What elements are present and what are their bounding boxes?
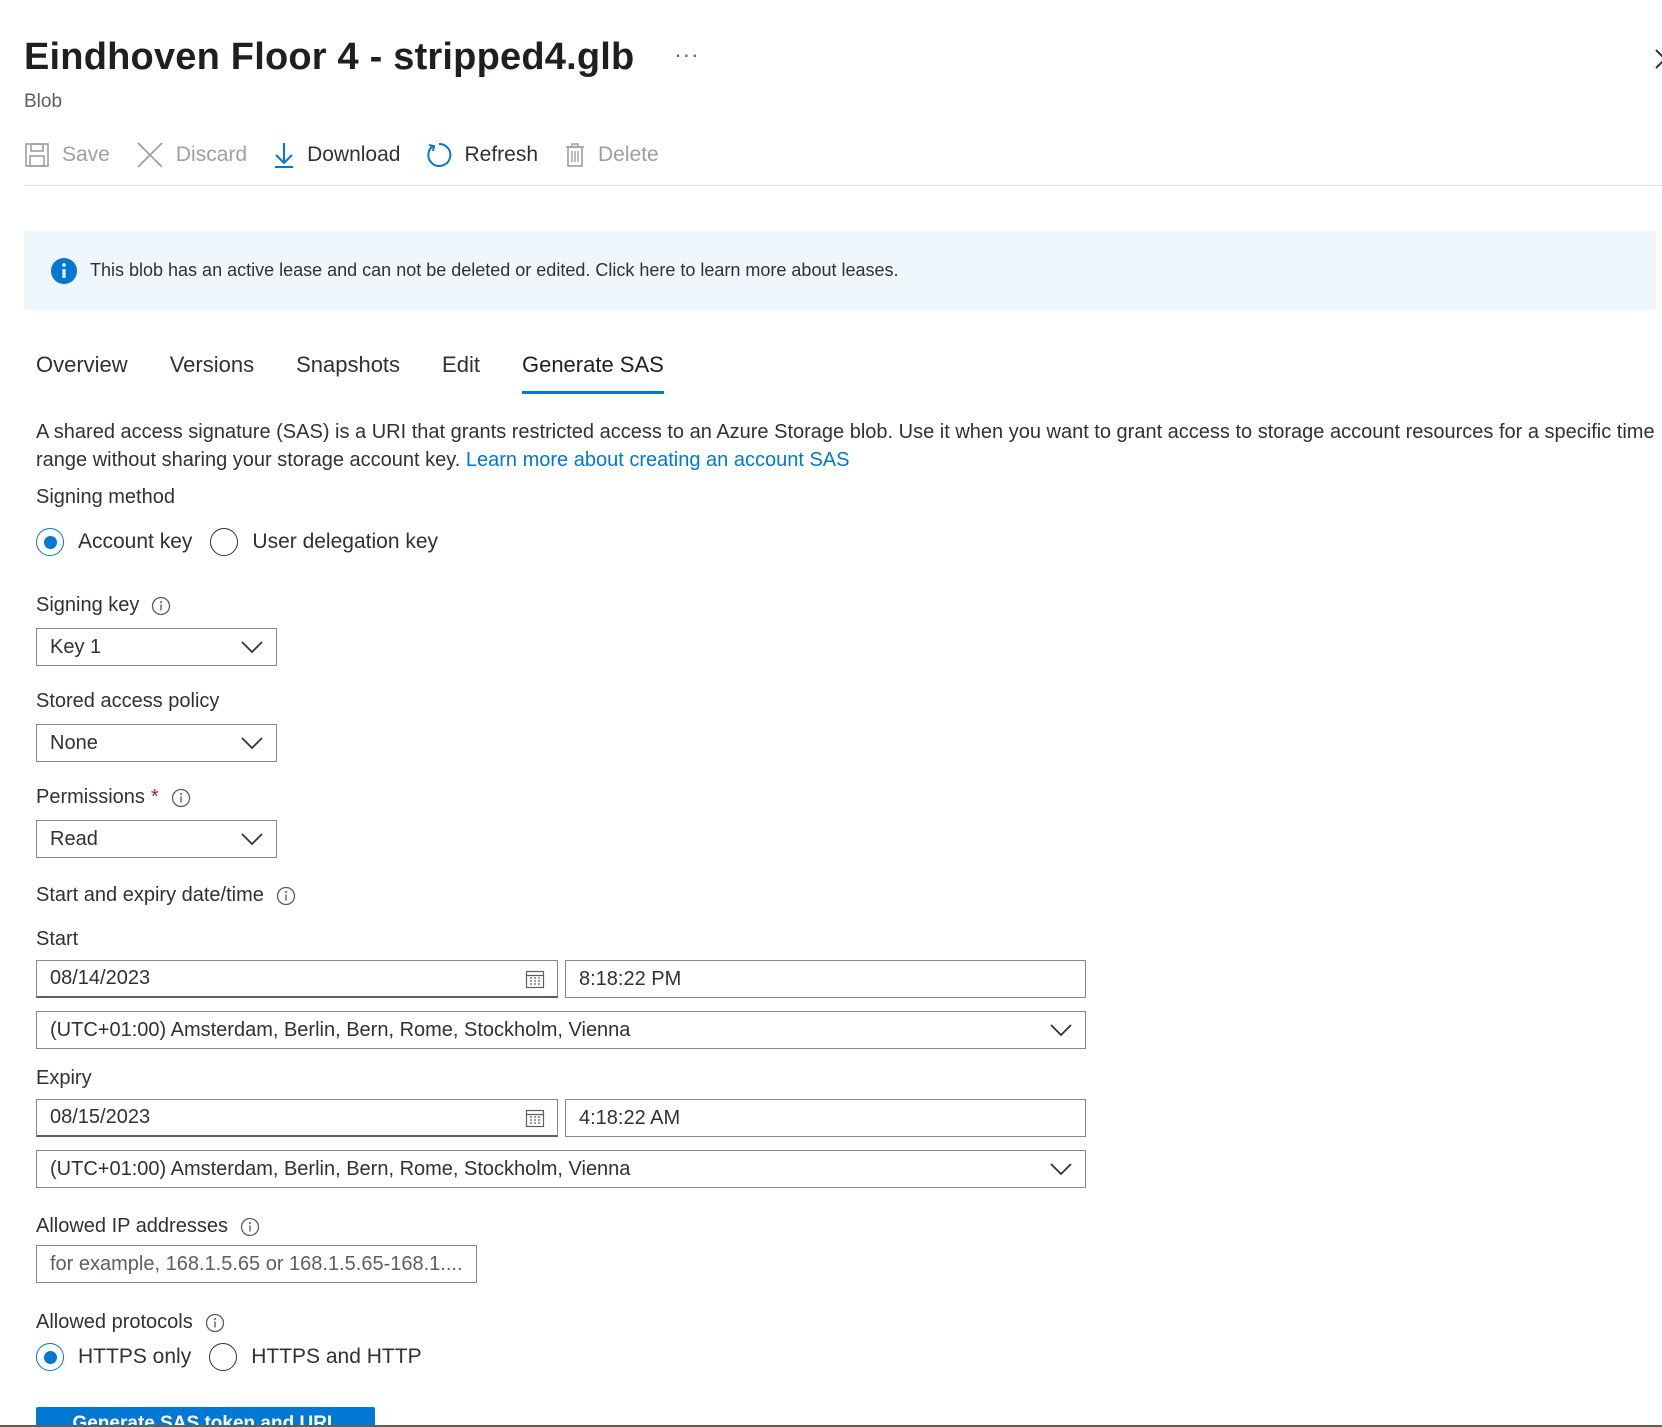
refresh-label: Refresh (464, 143, 538, 166)
start-date-picker[interactable]: 08/14/2023 (36, 960, 558, 998)
allowed-protocols-radio-group: HTTPS only HTTPS and HTTP (36, 1343, 440, 1371)
expiry-date-value: 08/15/2023 (50, 1106, 151, 1128)
https-only-radio[interactable] (36, 1343, 64, 1371)
datetime-label: Start and expiry date/time (36, 884, 296, 907)
permissions-label: Permissions * (36, 786, 191, 809)
allowed-ip-label: Allowed IP addresses (36, 1215, 260, 1238)
https-only-label[interactable]: HTTPS only (78, 1345, 191, 1369)
discard-icon (137, 142, 163, 168)
start-label-text: Start (36, 928, 79, 950)
expiry-time-value: 4:18:22 AM (579, 1106, 681, 1129)
generate-sas-button[interactable]: Generate SAS token and URL (36, 1407, 375, 1427)
command-bar: Save Discard Download Refresh Delete (24, 136, 1662, 186)
start-timezone-dropdown[interactable]: (UTC+01:00) Amsterdam, Berlin, Bern, Rom… (36, 1011, 1086, 1049)
tab-versions[interactable]: Versions (170, 352, 254, 394)
chevron-down-icon (1050, 1163, 1072, 1176)
https-and-http-label[interactable]: HTTPS and HTTP (251, 1345, 421, 1369)
delete-button[interactable]: Delete (564, 136, 659, 174)
permissions-dropdown[interactable]: Read (36, 820, 277, 858)
allowed-ip-input[interactable]: for example, 168.1.5.65 or 168.1.5.65-16… (36, 1245, 477, 1283)
calendar-icon[interactable] (525, 969, 545, 989)
tab-generate-sas[interactable]: Generate SAS (521, 352, 664, 394)
delete-icon (566, 143, 584, 167)
permissions-value: Read (50, 827, 98, 850)
start-timezone-value: (UTC+01:00) Amsterdam, Berlin, Bern, Rom… (50, 1018, 631, 1041)
signing-method-label: Signing method (36, 486, 175, 509)
required-asterisk: * (150, 786, 159, 808)
save-icon (25, 143, 49, 167)
signing-key-dropdown[interactable]: Key 1 (36, 628, 277, 666)
chevron-down-icon (1050, 1024, 1072, 1037)
user-delegation-key-radio[interactable] (210, 528, 239, 556)
delete-label: Delete (598, 143, 659, 166)
info-icon[interactable] (240, 1217, 260, 1237)
allowed-ip-placeholder: for example, 168.1.5.65 or 168.1.5.65-16… (50, 1252, 463, 1275)
stored-access-policy-label: Stored access policy (36, 690, 219, 713)
download-button[interactable]: Download (273, 136, 400, 174)
signing-key-label: Signing key (36, 594, 171, 617)
more-options-icon[interactable]: ··· (674, 42, 699, 68)
chevron-down-icon (241, 737, 263, 750)
expiry-timezone-dropdown[interactable]: (UTC+01:00) Amsterdam, Berlin, Bern, Rom… (36, 1150, 1086, 1188)
info-icon[interactable] (276, 886, 296, 906)
page-subtitle: Blob (24, 91, 63, 112)
expiry-timezone-value: (UTC+01:00) Amsterdam, Berlin, Bern, Rom… (50, 1157, 631, 1180)
datetime-label-text: Start and expiry date/time (36, 884, 264, 906)
expiry-label-text: Expiry (36, 1067, 92, 1089)
account-key-label[interactable]: Account key (78, 530, 192, 554)
signing-method-label-text: Signing method (36, 486, 175, 508)
expiry-label: Expiry (36, 1067, 92, 1090)
download-icon (275, 143, 294, 168)
save-button[interactable]: Save (24, 136, 110, 174)
stored-access-policy-dropdown[interactable]: None (36, 724, 277, 762)
permissions-label-text: Permissions (36, 786, 145, 808)
info-icon[interactable] (151, 596, 171, 616)
tab-bar: Overview Versions Snapshots Edit Generat… (36, 352, 706, 394)
start-time-value: 8:18:22 PM (579, 967, 682, 990)
stored-access-policy-label-text: Stored access policy (36, 690, 220, 712)
page-title: Eindhoven Floor 4 - stripped4.glb (24, 36, 635, 78)
account-key-radio[interactable] (36, 528, 64, 556)
save-label: Save (62, 143, 110, 166)
allowed-ip-label-text: Allowed IP addresses (36, 1215, 228, 1237)
start-label: Start (36, 928, 78, 951)
allowed-protocols-label-text: Allowed protocols (36, 1311, 193, 1333)
expiry-time-input[interactable]: 4:18:22 AM (565, 1099, 1086, 1137)
chevron-down-icon (241, 641, 263, 654)
download-label: Download (307, 143, 401, 166)
discard-button[interactable]: Discard (136, 136, 247, 174)
signing-key-value: Key 1 (50, 635, 102, 658)
info-icon[interactable] (171, 788, 191, 808)
discard-label: Discard (175, 143, 248, 166)
tab-edit[interactable]: Edit (442, 352, 480, 394)
signing-key-label-text: Signing key (36, 594, 140, 616)
start-date-value: 08/14/2023 (50, 967, 151, 989)
blade-header: Eindhoven Floor 4 - stripped4.glb ··· Bl… (24, 36, 699, 113)
tab-overview[interactable]: Overview (36, 352, 128, 394)
refresh-icon (427, 142, 452, 167)
user-delegation-key-label[interactable]: User delegation key (252, 530, 438, 554)
lease-info-text: This blob has an active lease and can no… (90, 260, 899, 280)
chevron-down-icon (241, 833, 263, 846)
learn-more-link[interactable]: Learn more about creating an account SAS (466, 449, 850, 471)
lease-info-banner[interactable]: This blob has an active lease and can no… (24, 231, 1656, 310)
calendar-icon[interactable] (525, 1108, 545, 1128)
start-time-input[interactable]: 8:18:22 PM (565, 960, 1086, 998)
close-icon[interactable] (1648, 42, 1662, 78)
info-icon[interactable] (205, 1313, 225, 1333)
allowed-protocols-label: Allowed protocols (36, 1311, 225, 1334)
sas-description: A shared access signature (SAS) is a URI… (36, 418, 1656, 474)
refresh-button[interactable]: Refresh (426, 136, 538, 174)
info-filled-icon (51, 257, 77, 284)
signing-method-radio-group: Account key User delegation key (36, 528, 456, 556)
expiry-date-picker[interactable]: 08/15/2023 (36, 1099, 558, 1137)
tab-snapshots[interactable]: Snapshots (296, 352, 400, 394)
https-and-http-radio[interactable] (209, 1343, 238, 1371)
stored-access-policy-value: None (50, 731, 98, 754)
